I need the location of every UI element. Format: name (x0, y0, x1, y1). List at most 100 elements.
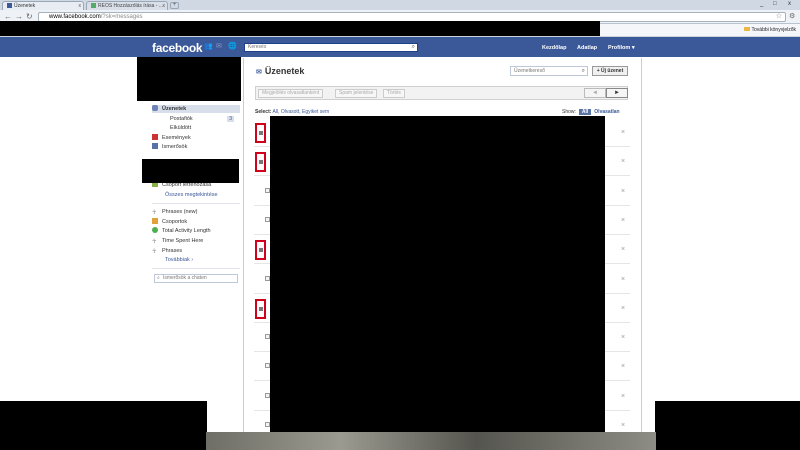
mark-unread-button[interactable]: Megjelölés olvasatlanként (258, 89, 324, 98)
delete-message-icon[interactable]: × (621, 188, 625, 196)
unread-count-badge: 3 (227, 116, 234, 122)
highlight-box (255, 152, 266, 173)
message-checkbox[interactable] (265, 334, 270, 340)
checkbox-icon[interactable] (259, 306, 263, 311)
minimize-button[interactable]: _ (760, 0, 763, 9)
next-page-button[interactable]: ► (606, 88, 628, 98)
sidebar-item-label: Phrases (new) (162, 209, 198, 215)
search-placeholder: Keresés (248, 44, 267, 50)
sidebar-item-messages[interactable]: Üzenetek (152, 105, 240, 113)
notifications-icon[interactable]: 🌐 (228, 43, 237, 51)
search-icon: ⌕ (157, 275, 160, 281)
select-options[interactable]: All, Olvasott, Egyiket sem (273, 109, 330, 115)
highlight-box (255, 240, 266, 261)
sidebar-item-sent[interactable]: Elküldött (170, 124, 191, 132)
bookmark-star-icon[interactable]: ☆ (776, 13, 782, 21)
message-checkbox[interactable] (265, 216, 270, 222)
wrench-icon[interactable]: ⚙ (789, 12, 795, 20)
sidebar-item-label: Time Spent Here (162, 238, 204, 244)
facebook-logo[interactable]: facebook (152, 40, 203, 56)
sidebar-item-phrases[interactable]: ☥ Phrases (152, 247, 182, 255)
tab-reos[interactable]: REOS Hozzászólás írása - ... x (86, 1, 168, 10)
message-checkbox[interactable] (265, 422, 270, 427)
folder-icon (743, 27, 750, 31)
message-checkbox[interactable] (265, 363, 270, 369)
prev-page-button[interactable]: ◄ (584, 88, 606, 98)
see-all-link[interactable]: Összes megtekintése (165, 191, 218, 199)
message-checkbox[interactable] (265, 275, 270, 281)
sidebar-item-groups[interactable]: Csoportok (152, 218, 187, 226)
highlight-box (255, 298, 266, 319)
checkbox-icon[interactable] (259, 160, 263, 165)
friend-requests-icon[interactable]: 👥 (204, 43, 213, 51)
sidebar-item-total-activity[interactable]: Total Activity Length (152, 227, 211, 235)
delete-message-icon[interactable]: × (621, 334, 625, 342)
delete-message-icon[interactable]: × (621, 363, 625, 371)
tab-label: REOS Hozzászólás írása - ... (98, 3, 164, 9)
close-tab-icon[interactable]: x (163, 2, 166, 10)
redacted-area (0, 401, 207, 450)
sidebar-item-inbox[interactable]: Postafiók 3 (170, 115, 238, 123)
redacted-area (0, 21, 600, 36)
select-row: Select: All, Olvasott, Egyiket sem (255, 109, 329, 116)
close-window-button[interactable]: x (788, 0, 791, 9)
highlight-box (255, 123, 266, 143)
url-host: www.facebook.com (49, 14, 101, 20)
app-icon (152, 227, 158, 233)
friends-icon (152, 143, 158, 149)
show-label: Show: (562, 109, 576, 115)
redacted-area (270, 116, 605, 438)
message-search-input[interactable]: Üzenetkereső ⌕ (510, 66, 588, 76)
delete-message-icon[interactable]: × (621, 276, 625, 284)
message-checkbox[interactable] (265, 392, 270, 398)
app-icon: ☥ (152, 249, 157, 255)
checkbox-icon[interactable] (259, 248, 263, 253)
message-checkbox[interactable] (265, 187, 270, 193)
app-icon: ☥ (152, 239, 157, 245)
search-icon[interactable]: ⌕ (412, 44, 415, 51)
search-icon[interactable]: ⌕ (582, 67, 585, 75)
delete-message-icon[interactable]: × (621, 393, 625, 401)
account-menu[interactable]: Profilom ▾ (608, 41, 635, 55)
delete-button[interactable]: Törlés (383, 89, 405, 98)
checkbox-icon[interactable] (259, 131, 263, 135)
sidebar-item-label: Total Activity Length (162, 228, 211, 234)
chat-search-placeholder: Ismerősök a chaten (163, 275, 207, 281)
sidebar-item-friends[interactable]: Ismerősök (152, 143, 187, 151)
delete-message-icon[interactable]: × (621, 246, 625, 254)
other-bookmarks[interactable]: További könyvjelzők (743, 25, 796, 35)
profile-link[interactable]: Adatlap (577, 41, 597, 55)
home-link[interactable]: Kezdőlap (542, 41, 566, 55)
search-input[interactable]: Keresés ⌕ (244, 43, 418, 52)
delete-message-icon[interactable]: × (621, 305, 625, 313)
redacted-area (137, 57, 241, 101)
delete-message-icon[interactable]: × (621, 422, 625, 430)
more-link[interactable]: Továbbiak › (165, 256, 193, 264)
chat-search-input[interactable]: ⌕ Ismerősök a chaten (154, 274, 238, 283)
sidebar-item-events[interactable]: Események (152, 134, 191, 142)
delete-message-icon[interactable]: × (621, 129, 625, 137)
site-favicon-icon (91, 3, 96, 8)
delete-message-icon[interactable]: × (621, 217, 625, 225)
maximize-button[interactable]: □ (773, 0, 777, 9)
sidebar-item-phrases-new[interactable]: ☥ Phrases (new) (152, 208, 197, 216)
messages-icon (152, 105, 158, 111)
delete-message-icon[interactable]: × (621, 158, 625, 166)
groups-icon (152, 218, 158, 224)
facebook-favicon-icon (7, 3, 12, 8)
new-message-button[interactable]: + Új üzenet (592, 66, 628, 76)
close-tab-icon[interactable]: x (79, 2, 82, 10)
url-path: /?sk=messages (100, 14, 143, 20)
filter-all-button[interactable]: All (578, 109, 592, 115)
filter-unread-button[interactable]: Olvasatlan (594, 109, 619, 115)
sidebar-item-time-spent[interactable]: ☥ Time Spent Here (152, 237, 203, 245)
report-spam-button[interactable]: Spam jelentése (335, 89, 378, 98)
page-title: ✉ Üzenetek (256, 65, 304, 79)
calendar-icon (152, 134, 158, 140)
messages-jewel-icon[interactable]: ✉ (216, 43, 224, 51)
new-tab-button[interactable]: + (170, 2, 179, 9)
sidebar-item-label: Phrases (162, 248, 183, 254)
redacted-area (142, 159, 239, 183)
browser-tabstrip: Üzenetek x REOS Hozzászólás írása - ... … (0, 0, 800, 10)
tab-messages[interactable]: Üzenetek x (2, 1, 84, 10)
